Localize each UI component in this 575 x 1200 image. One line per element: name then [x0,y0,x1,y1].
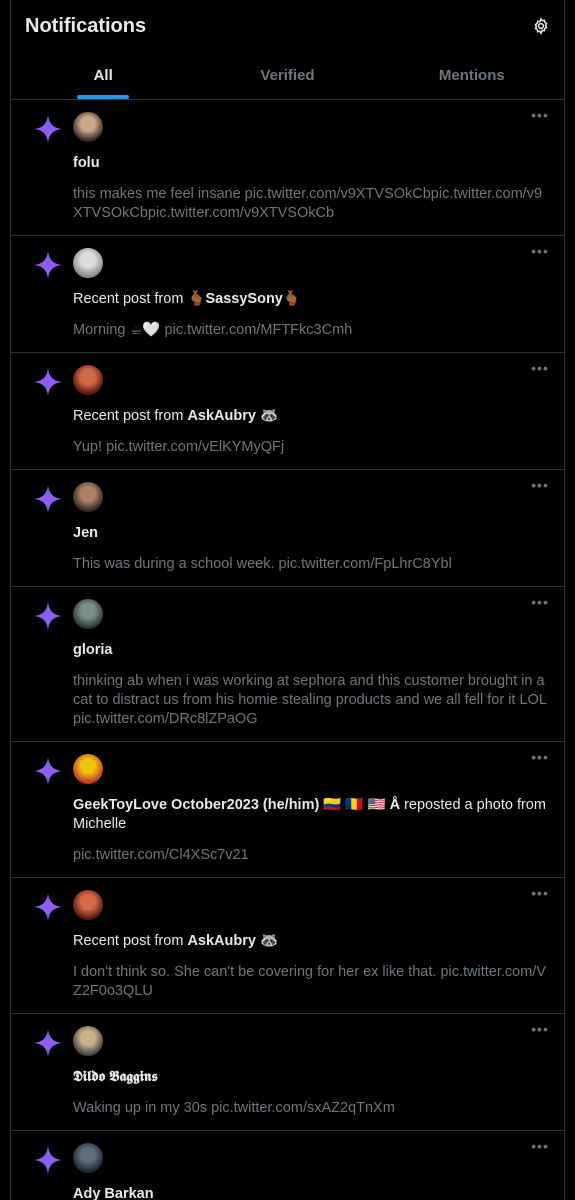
more-options-icon[interactable]: ••• [530,361,550,379]
avatar[interactable] [73,1143,103,1173]
media-link[interactable]: pic.twitter.com/DRc8lZPaOG [73,711,258,727]
user-name[interactable]: GeekToyLove October2023 (he/him) 🇨🇴 🇷🇴 🇺… [73,797,400,813]
user-name[interactable]: AskAubry 🦝 [187,933,278,949]
more-options-icon[interactable]: ••• [530,244,550,262]
more-options-icon[interactable]: ••• [530,478,550,496]
avatar[interactable] [73,365,103,395]
page-title: Notifications [25,14,147,37]
more-options-icon[interactable]: ••• [530,595,550,613]
avatar[interactable] [73,754,103,784]
sparkle-icon [33,484,63,514]
title-prefix: Recent post from [73,933,188,949]
notification-title: 𝕯𝖎𝖑𝖉𝖔 𝕭𝖆𝖌𝖌𝖎𝖓𝖘 [73,1068,548,1087]
notification-item[interactable]: ••• Recent post from AskAubry 🦝 Yup! pic.t… [11,353,564,470]
sparkle-icon [33,250,63,280]
sparkle-icon [33,756,63,786]
notification-body: This was during a school week. pic.twitt… [73,555,548,574]
tab-label: All [93,67,113,84]
user-name[interactable]: gloria [73,642,112,658]
title-prefix: Recent post from [73,291,188,307]
header: Notifications [11,0,564,52]
notification-item[interactable]: ••• Recent post from AskAubry 🦝 I don't th… [11,878,564,1014]
notification-title: folu [73,154,548,173]
notification-body: Yup! pic.twitter.com/vElKYMyQFj [73,438,548,457]
notifications-column: Notifications All Verified Mentions ••• f… [10,0,565,1200]
more-options-icon[interactable]: ••• [530,750,550,768]
post-text: thinking ab when i was working at sephor… [73,673,547,708]
sparkle-icon [33,114,63,144]
tab-mentions[interactable]: Mentions [380,52,564,99]
sparkle-icon [33,1028,63,1058]
avatar[interactable] [73,890,103,920]
more-options-icon[interactable]: ••• [530,1022,550,1040]
notification-title: Recent post from 🫰🏾SassySony🫰🏾 [73,290,548,309]
more-options-icon[interactable]: ••• [530,1139,550,1157]
media-link[interactable]: pic.twitter.com/vElKYMyQFj [106,439,284,455]
avatar[interactable] [73,248,103,278]
tab-verified[interactable]: Verified [195,52,379,99]
notification-item[interactable]: ••• gloria thinking ab when i was working … [11,587,564,742]
user-name[interactable]: 🫰🏾SassySony🫰🏾 [187,291,301,307]
tab-label: Verified [260,67,315,84]
user-name[interactable]: 𝕯𝖎𝖑𝖉𝖔 𝕭𝖆𝖌𝖌𝖎𝖓𝖘 [73,1069,158,1085]
title-prefix: Recent post from [73,408,188,424]
notification-body: this makes me feel insane pic.twitter.co… [73,185,548,223]
notification-item[interactable]: ••• GeekToyLove October2023 (he/him) 🇨🇴 🇷… [11,742,564,878]
post-text: Waking up in my 30s [73,1100,208,1116]
notification-list: ••• folu this makes me feel insane pic.twi… [11,100,564,1200]
media-link[interactable]: pic.twitter.com/FpLhrC8Ybl [279,556,452,572]
notification-item[interactable]: •••Ady BarkanHi all, this is Ady's wife,… [11,1131,564,1200]
gear-icon[interactable] [531,16,551,36]
user-name[interactable]: AskAubry 🦝 [187,408,278,424]
notification-item[interactable]: ••• Jen This was during a school week. pic… [11,470,564,587]
notification-title: Ady Barkan [73,1185,548,1200]
notification-item[interactable]: ••• folu this makes me feel insane pic.twi… [11,100,564,236]
avatar[interactable] [73,599,103,629]
tab-bar: All Verified Mentions [11,52,564,100]
notification-title: gloria [73,641,548,660]
notification-body: Waking up in my 30s pic.twitter.com/sxAZ… [73,1099,548,1118]
active-tab-indicator [77,95,130,99]
sparkle-icon [33,367,63,397]
avatar[interactable] [73,112,103,142]
sparkle-icon [33,1145,63,1175]
notification-item[interactable]: ••• Recent post from 🫰🏾SassySony🫰🏾 Morning… [11,236,564,353]
post-text: this makes me feel insane [73,186,241,202]
post-text: Yup! [73,439,103,455]
tab-label: Mentions [438,67,505,84]
user-name[interactable]: Ady Barkan [73,1186,154,1200]
notification-title: GeekToyLove October2023 (he/him) 🇨🇴 🇷🇴 🇺… [73,796,548,834]
sparkle-icon [33,892,63,922]
avatar[interactable] [73,482,103,512]
media-link[interactable]: pic.twitter.com/sxAZ2qTnXm [211,1100,395,1116]
sparkle-icon [33,601,63,631]
notification-body: thinking ab when i was working at sephor… [73,672,548,729]
notification-body: pic.twitter.com/Cl4XSc7v21 [73,846,548,865]
more-options-icon[interactable]: ••• [530,886,550,904]
media-link[interactable]: pic.twitter.com/MFTFkc3Cmh [165,322,353,338]
notification-title: Recent post from AskAubry 🦝 [73,407,548,426]
user-name[interactable]: folu [73,155,100,171]
post-text: I don't think so. She can't be covering … [73,964,437,980]
avatar[interactable] [73,1026,103,1056]
notification-title: Recent post from AskAubry 🦝 [73,932,548,951]
notification-title: Jen [73,524,548,543]
more-options-icon[interactable]: ••• [530,108,550,126]
post-text: Morning ☕🤍 [73,322,161,338]
notification-item[interactable]: ••• 𝕯𝖎𝖑𝖉𝖔 𝕭𝖆𝖌𝖌𝖎𝖓𝖘 Waking up in my 30s pic.… [11,1014,564,1131]
user-name[interactable]: Jen [73,525,98,541]
tab-all[interactable]: All [11,52,195,99]
media-link[interactable]: pic.twitter.com/Cl4XSc7v21 [73,847,249,863]
notification-body: I don't think so. She can't be covering … [73,963,548,1001]
post-text: This was during a school week. [73,556,275,572]
notification-body: Morning ☕🤍 pic.twitter.com/MFTFkc3Cmh [73,321,548,340]
